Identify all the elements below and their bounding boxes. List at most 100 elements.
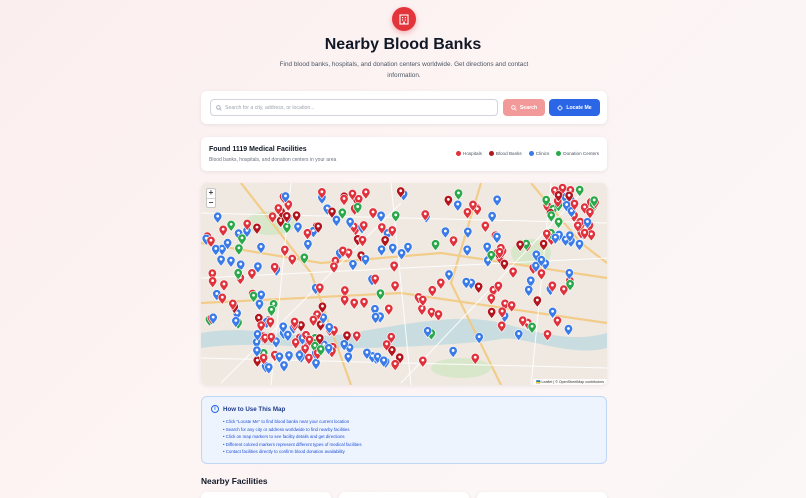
map-marker-dot xyxy=(306,231,309,234)
map-marker-dot xyxy=(406,245,410,248)
map-marker-dot xyxy=(286,202,290,206)
map-marker-dot xyxy=(361,238,364,241)
search-icon xyxy=(216,104,222,111)
legend-label: Blood Banks xyxy=(495,151,522,156)
map-marker-dot xyxy=(256,264,260,268)
map-marker-dot xyxy=(578,187,582,191)
map-marker-dot xyxy=(268,319,272,323)
map-marker-dot xyxy=(530,324,534,328)
zoom-in-button[interactable]: + xyxy=(207,189,215,198)
map-marker-dot xyxy=(240,236,244,240)
map-marker-dot xyxy=(393,283,397,287)
map-marker-dot xyxy=(498,250,502,254)
map-marker-dot xyxy=(318,336,322,340)
map-marker-dot xyxy=(503,301,507,305)
map-marker-dot xyxy=(273,265,277,269)
map-marker-dot xyxy=(237,246,241,250)
map-marker-dot xyxy=(209,238,213,242)
facility-card[interactable] xyxy=(477,492,607,498)
map-marker-dot xyxy=(299,323,303,327)
map-marker-dot xyxy=(282,363,286,367)
map-marker-dot xyxy=(318,285,322,289)
nearby-facilities-heading: Nearby Facilities xyxy=(201,476,268,486)
map-marker-dot xyxy=(426,329,430,332)
map-marker-dot xyxy=(475,207,479,211)
map-marker-dot xyxy=(348,345,352,349)
map-marker-dot xyxy=(356,205,360,208)
map-marker-dot xyxy=(534,252,538,256)
map-marker-dot xyxy=(245,221,249,225)
search-input[interactable] xyxy=(225,104,497,111)
locate-me-button[interactable]: Locate Me xyxy=(549,99,600,116)
map-marker-dot xyxy=(257,316,261,319)
map-marker-dot xyxy=(210,271,214,275)
map-marker-dot xyxy=(542,242,545,245)
facilities-map[interactable]: + − 🇺🇦 Leaflet | © OpenStreetMap contrib… xyxy=(201,183,607,385)
map-marker-dot xyxy=(259,323,263,327)
search-button[interactable]: Search xyxy=(503,99,545,116)
map-marker-dot xyxy=(295,213,298,217)
map-marker-dot xyxy=(529,278,533,282)
map-marker-dot xyxy=(274,339,278,343)
map-marker-dot xyxy=(380,225,384,229)
legend-label: Clinics xyxy=(535,151,550,156)
map-marker-dot xyxy=(284,194,287,198)
map-marker-dot xyxy=(490,214,494,217)
legend-item-clinics: Clinics xyxy=(528,151,550,156)
map-marker-dot xyxy=(549,213,553,217)
map-marker-dot xyxy=(546,332,549,336)
map-marker-dot xyxy=(562,287,566,291)
map-marker-dot xyxy=(392,263,396,267)
map-marker-dot xyxy=(229,222,233,226)
map-marker-dot xyxy=(420,306,424,310)
map-marker-dot xyxy=(271,214,274,218)
map-marker-dot xyxy=(343,288,347,292)
map-marker-dot xyxy=(306,242,310,245)
map-marker-dot xyxy=(312,229,315,233)
map-attribution[interactable]: 🇺🇦 Leaflet | © OpenStreetMap contributor… xyxy=(533,379,607,385)
map-marker-dot xyxy=(347,250,351,254)
map-marker-dot xyxy=(464,280,468,283)
zoom-out-button[interactable]: − xyxy=(207,197,215,208)
page-subtitle: Find blood banks, hospitals, and donatio… xyxy=(279,61,529,79)
legend-dot xyxy=(456,151,462,156)
map-marker-dot xyxy=(298,353,301,357)
map-marker-dot xyxy=(351,262,355,265)
map-marker-dot xyxy=(220,246,224,250)
map-marker-dot xyxy=(234,319,238,322)
legend-item-blood-banks: Blood Banks xyxy=(488,151,522,156)
how-to-item: • Contact facilities directly to confirm… xyxy=(223,449,345,455)
map-marker-dot xyxy=(281,324,285,328)
map-marker-dot xyxy=(315,312,319,316)
map-marker-dot xyxy=(304,333,308,336)
map-marker-dot xyxy=(239,262,243,266)
map-marker-dot xyxy=(365,350,369,354)
map-marker-dot xyxy=(287,353,291,357)
facility-card[interactable] xyxy=(339,492,469,498)
map-marker-dot xyxy=(495,197,499,201)
map-marker-dot xyxy=(400,251,403,255)
info-icon: i xyxy=(211,405,219,413)
legend-dot xyxy=(528,151,534,156)
map-marker-dot xyxy=(290,256,294,260)
map-marker-dot xyxy=(588,210,592,213)
search-icon xyxy=(511,104,517,111)
map-marker-dot xyxy=(319,322,323,326)
legend-item-hospitals: Hospitals xyxy=(456,151,482,156)
map-marker-dot xyxy=(544,198,548,201)
map-marker-dot xyxy=(345,333,349,337)
map-marker-dot xyxy=(250,271,254,275)
map-marker-dot xyxy=(357,197,361,200)
map-marker-dot xyxy=(262,356,266,359)
map-marker-dot xyxy=(500,323,504,327)
map-marker-dot xyxy=(568,282,572,285)
search-field[interactable] xyxy=(210,99,498,116)
map-marker-dot xyxy=(308,337,311,341)
map-marker-dot xyxy=(421,358,425,362)
map-marker-dot xyxy=(568,233,572,237)
facility-card[interactable] xyxy=(201,492,331,498)
how-to-item: • Different colored markers represent di… xyxy=(223,441,362,447)
map-canvas[interactable] xyxy=(201,183,607,385)
map-marker-dot xyxy=(373,276,377,280)
map-marker-dot xyxy=(510,303,514,307)
